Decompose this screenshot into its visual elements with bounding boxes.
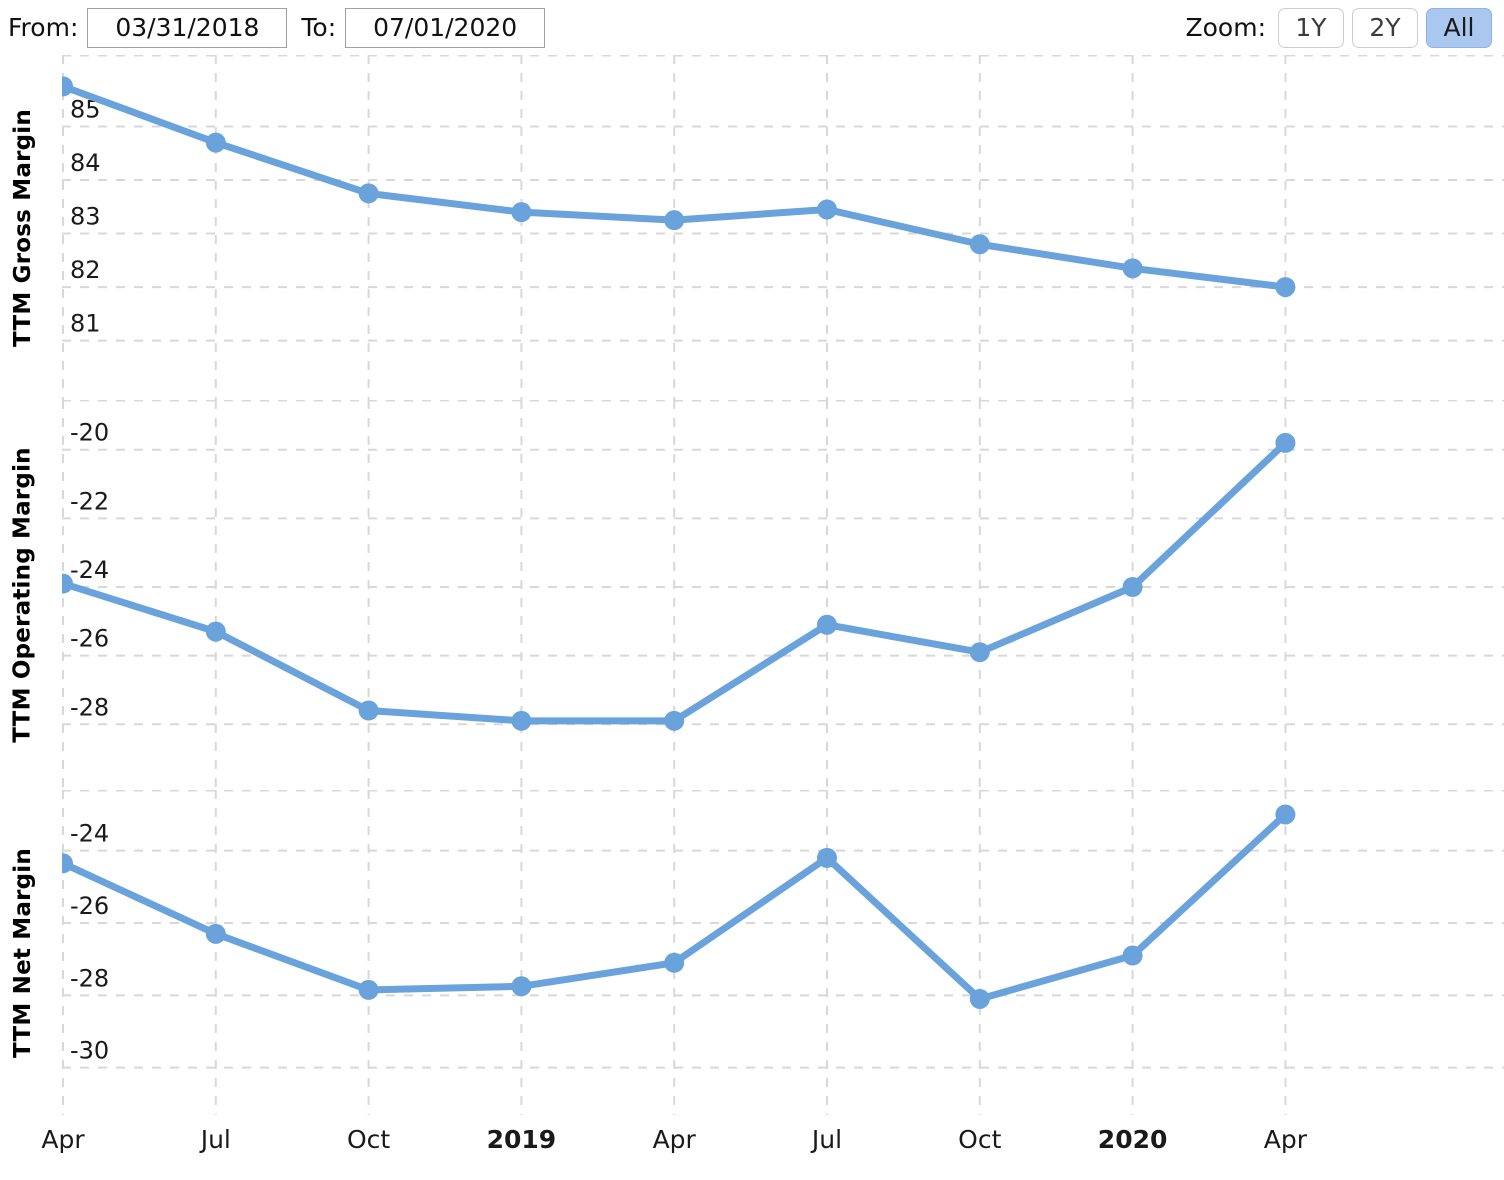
y-tick-label: 82 [70, 256, 101, 284]
y-tick-label: -30 [70, 1037, 109, 1065]
x-tick-label: Apr [1263, 1125, 1308, 1154]
plot-area-net-margin[interactable]: -24 -26 -28 -30 [62, 790, 1504, 1115]
data-point-marker[interactable] [205, 923, 226, 944]
x-tick-label: Apr [652, 1125, 696, 1154]
line-chart-gross-margin: 8584838281 [62, 55, 1504, 400]
chart-panel-net-margin: TTM Net Margin -24 -26 -28 -30 [0, 790, 1504, 1115]
from-date-input[interactable] [87, 7, 288, 48]
zoom-button-2y[interactable]: 2Y [1352, 7, 1418, 48]
x-tick-label: Oct [346, 1125, 391, 1154]
data-point-marker[interactable] [817, 199, 837, 220]
y-axis-title-operating-margin-label: TTM Operating Margin [10, 447, 37, 743]
x-axis-tick-labels: Apr Jul Oct 2019 Apr Jul Oct 2020 Apr [0, 1125, 1504, 1180]
data-point-marker[interactable] [205, 132, 226, 153]
y-tick-label: -28 [70, 964, 109, 992]
data-point-marker[interactable] [358, 979, 379, 1000]
data-point-marker[interactable] [205, 621, 226, 642]
data-point-marker[interactable] [511, 710, 532, 731]
line-chart-net-margin: -24 -26 -28 -30 [62, 790, 1504, 1115]
date-range-group: From: To: [4, 7, 546, 48]
data-point-marker[interactable] [817, 847, 837, 868]
y-tick-label: -28 [70, 693, 109, 721]
zoom-button-all[interactable]: All [1426, 7, 1492, 48]
data-point-marker[interactable] [969, 988, 990, 1009]
data-point-marker[interactable] [511, 202, 532, 223]
x-tick-label: Oct [958, 1125, 1002, 1154]
data-point-marker[interactable] [664, 952, 685, 973]
chart-panel-gross-margin: TTM Gross Margin 85 84 83 82 81 [0, 55, 1504, 400]
zoom-group: Zoom: 1Y 2Y All [1185, 7, 1492, 48]
y-tick-label: -26 [70, 625, 109, 653]
y-axis-title-net-margin: TTM Net Margin [0, 790, 46, 1115]
y-tick-label: 83 [70, 203, 101, 231]
data-point-marker[interactable] [1275, 277, 1296, 298]
y-axis-title-net-margin-label: TTM Net Margin [10, 847, 36, 1058]
margins-chart-page: From: To: Zoom: 1Y 2Y All TTM Gross Marg… [0, 0, 1504, 1180]
data-point-marker[interactable] [1275, 804, 1296, 825]
data-point-marker[interactable] [1122, 577, 1143, 597]
y-tick-label: -24 [70, 820, 109, 848]
chart-toolbar: From: To: Zoom: 1Y 2Y All [0, 0, 1504, 55]
data-point-marker[interactable] [817, 614, 837, 635]
y-tick-label: -20 [70, 419, 109, 447]
data-point-marker[interactable] [358, 183, 379, 204]
zoom-button-1y[interactable]: 1Y [1278, 7, 1344, 48]
x-tick-label: 2019 [486, 1125, 557, 1154]
y-axis-title-gross-margin-label: TTM Gross Margin [10, 108, 37, 347]
x-tick-label: 2020 [1097, 1125, 1168, 1154]
y-axis-title-operating-margin: TTM Operating Margin [0, 400, 46, 790]
data-point-marker[interactable] [358, 700, 379, 721]
y-tick-label: -24 [70, 556, 109, 584]
to-label: To: [301, 13, 337, 42]
data-point-marker[interactable] [62, 76, 73, 97]
plot-area-operating-margin[interactable]: -20 -22 -24 -26 -28 [62, 400, 1504, 790]
y-tick-label: 81 [70, 310, 101, 338]
data-point-marker[interactable] [969, 234, 990, 255]
y-tick-label: 84 [70, 149, 101, 177]
data-point-marker[interactable] [1275, 432, 1296, 453]
data-point-marker[interactable] [1122, 945, 1143, 966]
line-chart-operating-margin: -20 -22 -24 -26 -28 [62, 400, 1504, 790]
chart-panel-operating-margin: TTM Operating Margin -20 -22 -24 -26 -28 [0, 400, 1504, 790]
plot-area-gross-margin[interactable]: 85 84 83 82 81 [62, 55, 1504, 400]
x-tick-label: Jul [811, 1125, 843, 1154]
zoom-label: Zoom: [1185, 13, 1267, 42]
data-point-marker[interactable] [511, 976, 532, 997]
y-tick-label: -22 [70, 487, 109, 515]
data-point-marker[interactable] [664, 710, 685, 731]
x-tick-label: Jul [200, 1125, 231, 1154]
x-tick-label: Apr [41, 1125, 85, 1154]
y-tick-label: -26 [70, 892, 109, 920]
data-point-marker[interactable] [664, 210, 685, 231]
data-point-marker[interactable] [969, 642, 990, 663]
y-axis-title-gross-margin: TTM Gross Margin [0, 55, 46, 400]
data-point-marker[interactable] [1122, 258, 1143, 279]
from-label: From: [8, 13, 79, 42]
to-date-input[interactable] [345, 7, 546, 48]
